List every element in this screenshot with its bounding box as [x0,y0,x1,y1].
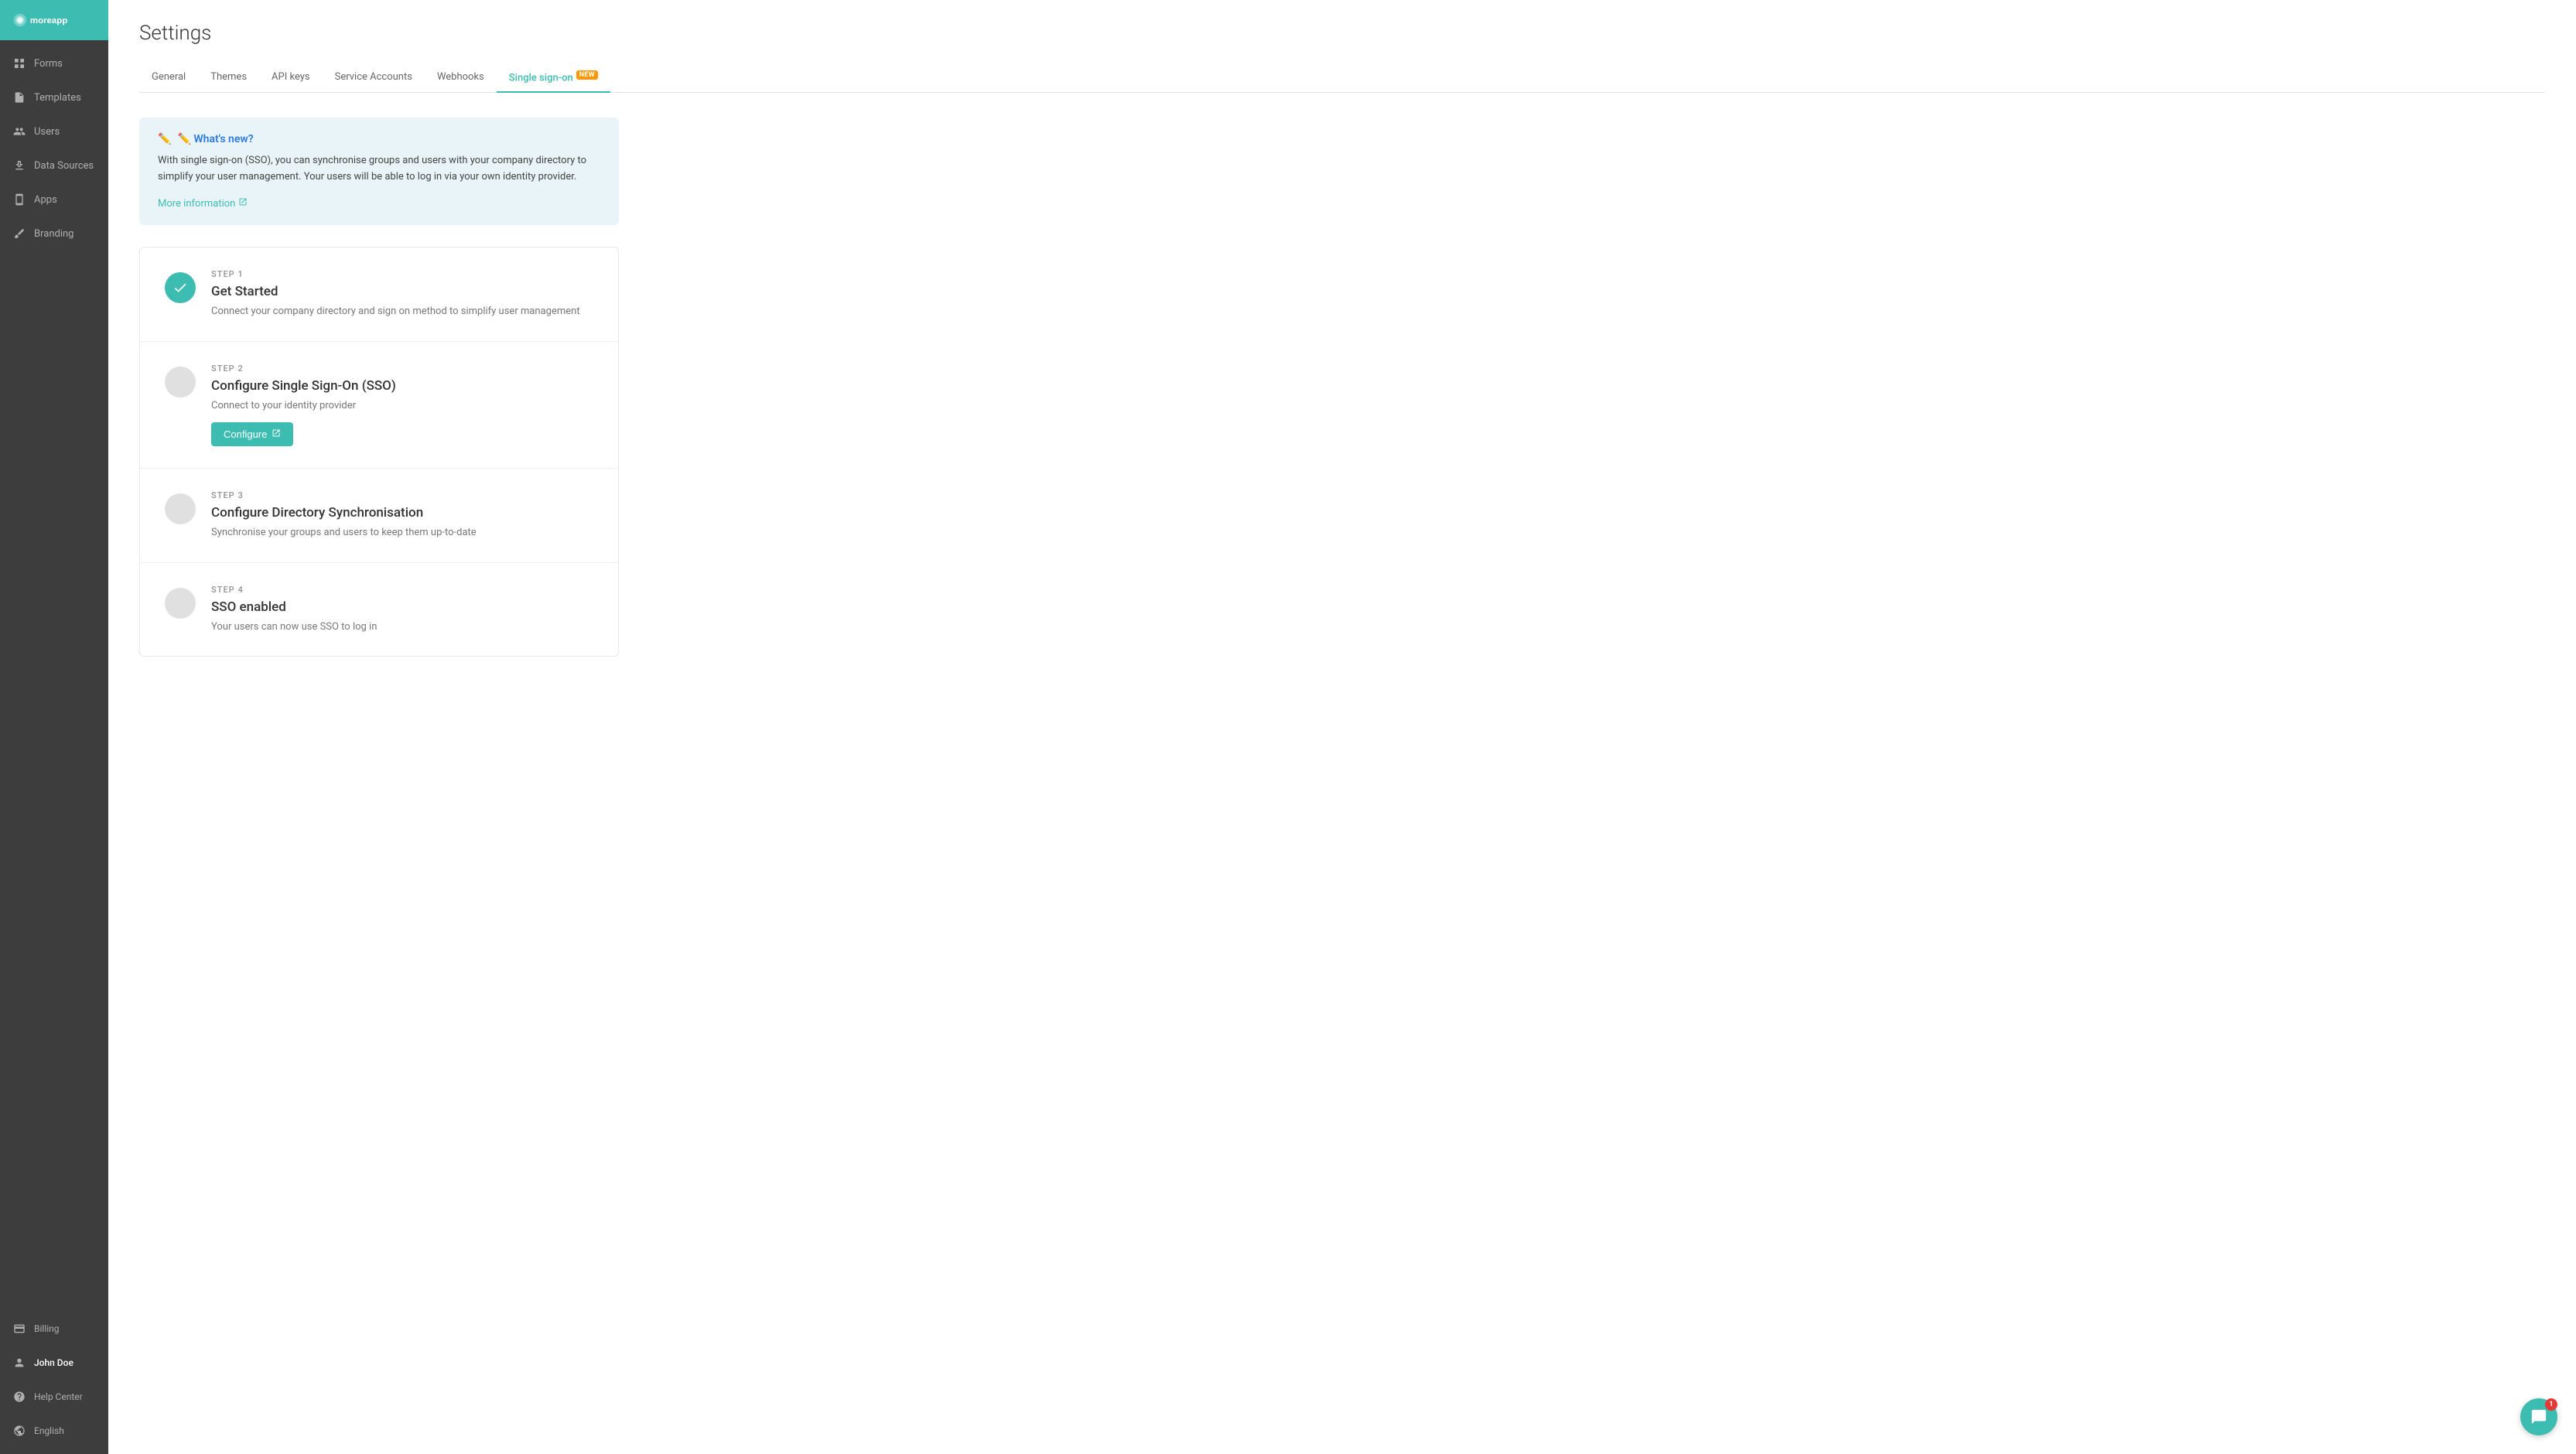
step-3-desc: Synchronise your groups and users to kee… [211,525,593,541]
sidebar-item-english[interactable]: English [0,1414,108,1448]
more-information-label: More information [158,198,235,210]
configure-button-label: Configure [224,428,267,440]
step-4-circle [165,588,196,619]
configure-button[interactable]: Configure [211,422,293,446]
step-2-title: Configure Single Sign-On (SSO) [211,378,593,394]
step-item-1: STEP 1 Get Started Connect your company … [140,247,618,342]
tab-api-keys[interactable]: API keys [259,63,323,93]
step-3-title: Configure Directory Synchronisation [211,505,593,521]
sidebar-item-billing-label: Billing [34,1323,60,1334]
tab-themes[interactable]: Themes [198,63,259,93]
external-link-icon [238,197,248,210]
tab-general[interactable]: General [139,63,198,93]
download-icon [12,159,26,172]
sidebar-logo[interactable]: moreapp [0,0,108,40]
tab-single-sign-on[interactable]: Single sign-onNEW [497,63,610,93]
tablet-icon [12,193,26,206]
billing-icon [12,1322,26,1336]
new-badge: NEW [576,70,598,80]
step-1-circle [165,272,196,303]
step-3-content: STEP 3 Configure Directory Synchronisati… [211,490,593,541]
sidebar-item-data-sources-label: Data Sources [34,160,94,172]
sidebar-item-apps-label: Apps [34,194,57,206]
svg-text:moreapp: moreapp [30,16,67,26]
file-icon [12,90,26,104]
grid-icon [12,56,26,70]
pencil-icon: ✏️ [158,133,171,145]
sidebar-item-forms-label: Forms [34,58,63,70]
step-1-label: STEP 1 [211,269,593,279]
content-area: ✏️ ✏️ What's new? With single sign-on (S… [108,93,650,681]
step-4-content: STEP 4 SSO enabled Your users can now us… [211,585,593,635]
info-box-title-text: ✏️ What's new? [177,133,253,145]
sidebar-item-branding-label: Branding [34,228,73,240]
globe-icon [12,1424,26,1438]
sidebar-item-templates[interactable]: Templates [0,80,108,114]
sidebar-bottom: Billing John Doe Help Center English [0,1312,108,1454]
step-4-label: STEP 4 [211,585,593,595]
step-4-desc: Your users can now use SSO to log in [211,619,593,635]
info-box-title: ✏️ ✏️ What's new? [158,133,600,145]
sidebar-item-english-label: English [34,1425,64,1436]
person-icon [12,1356,26,1370]
step-item-4: STEP 4 SSO enabled Your users can now us… [140,563,618,657]
tabs-bar: General Themes API keys Service Accounts… [139,63,2545,93]
step-2-desc: Connect to your identity provider [211,398,593,414]
step-1-content: STEP 1 Get Started Connect your company … [211,269,593,319]
step-3-circle [165,493,196,524]
step-1-desc: Connect your company directory and sign … [211,304,593,319]
page-title: Settings [139,22,2545,45]
sidebar-nav: Forms Templates Users Data Sources Apps [0,40,108,1312]
sidebar: moreapp Forms Templates Users Data Sou [0,0,108,1454]
step-2-circle [165,367,196,398]
main-header: Settings General Themes API keys Service… [108,0,2576,93]
sidebar-item-users-label: Users [34,126,60,138]
step-2-label: STEP 2 [211,364,593,374]
brush-icon [12,227,26,241]
sidebar-item-apps[interactable]: Apps [0,183,108,217]
users-icon [12,125,26,138]
info-box: ✏️ ✏️ What's new? With single sign-on (S… [139,118,619,225]
sidebar-item-data-sources[interactable]: Data Sources [0,148,108,183]
configure-external-icon [272,428,281,440]
tab-webhooks[interactable]: Webhooks [425,63,497,93]
tab-service-accounts[interactable]: Service Accounts [323,63,425,93]
more-information-link[interactable]: More information [158,197,248,210]
step-2-content: STEP 2 Configure Single Sign-On (SSO) Co… [211,364,593,447]
sidebar-item-branding[interactable]: Branding [0,217,108,251]
chat-badge: 1 [2545,1398,2557,1411]
chat-button[interactable]: 1 [2520,1398,2557,1435]
step-item-2: STEP 2 Configure Single Sign-On (SSO) Co… [140,342,618,469]
step-3-label: STEP 3 [211,490,593,500]
sidebar-item-help-center-label: Help Center [34,1391,83,1402]
step-4-title: SSO enabled [211,599,593,615]
help-icon [12,1390,26,1404]
sidebar-item-users[interactable]: Users [0,114,108,148]
sidebar-item-forms[interactable]: Forms [0,46,108,80]
sidebar-item-billing[interactable]: Billing [0,1312,108,1346]
steps-card: STEP 1 Get Started Connect your company … [139,247,619,657]
sidebar-item-john-doe[interactable]: John Doe [0,1346,108,1380]
sidebar-item-help-center[interactable]: Help Center [0,1380,108,1414]
info-box-text: With single sign-on (SSO), you can synch… [158,153,600,186]
step-item-3: STEP 3 Configure Directory Synchronisati… [140,469,618,563]
sidebar-item-templates-label: Templates [34,92,81,104]
sidebar-item-john-doe-label: John Doe [34,1357,73,1368]
step-1-title: Get Started [211,284,593,299]
main-content: Settings General Themes API keys Service… [108,0,2576,1454]
